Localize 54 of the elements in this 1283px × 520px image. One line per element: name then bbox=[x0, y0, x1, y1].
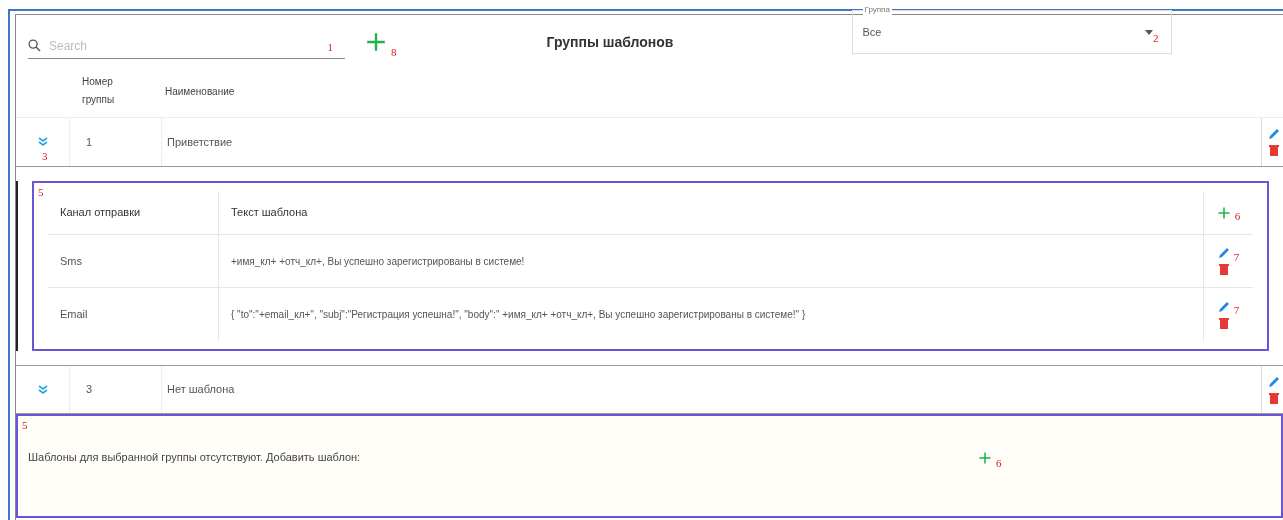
add-button[interactable] bbox=[1216, 205, 1231, 220]
annotation-number: 5 bbox=[38, 187, 44, 198]
empty-message: Шаблоны для выбранной группы отсутствуют. Добавить шаблон: bbox=[28, 450, 362, 466]
annotation-number: 5 bbox=[22, 420, 28, 431]
select-value: Все bbox=[862, 24, 883, 40]
column-header: Канал отправки bbox=[59, 205, 142, 221]
annotation-number: 7 bbox=[1233, 305, 1240, 316]
plus-icon bbox=[1216, 205, 1231, 220]
edit-button[interactable] bbox=[1268, 375, 1280, 388]
table-cell: 1 bbox=[69, 118, 161, 166]
pencil-icon bbox=[1217, 247, 1230, 259]
trash-icon bbox=[1218, 316, 1229, 329]
table-cell: 3 bbox=[69, 366, 161, 413]
expand-toggle[interactable] bbox=[38, 384, 48, 395]
table-cell: Нет шаблона bbox=[161, 366, 1261, 413]
column-header: Наименование bbox=[165, 84, 235, 99]
edit-button[interactable] bbox=[1268, 128, 1280, 140]
plus-icon bbox=[365, 30, 387, 53]
annotation-number: 3 bbox=[42, 151, 48, 162]
pencil-icon bbox=[1217, 300, 1230, 313]
plus-icon bbox=[978, 450, 992, 465]
delete-button[interactable] bbox=[1218, 263, 1229, 275]
dropdown-caret-icon bbox=[1145, 29, 1153, 35]
edit-button[interactable] bbox=[1217, 300, 1230, 313]
trash-icon bbox=[1269, 144, 1279, 156]
table-cell: Приветствие bbox=[161, 118, 1261, 166]
table-cell: { "to":"+email_кл+", "subj":"Регистрация успешна!", "body":" +имя_кл+ +отч_кл+, Вы успешно зарегистрированы в системе!" } bbox=[218, 288, 1203, 341]
add-button[interactable] bbox=[978, 450, 992, 465]
search-icon bbox=[28, 39, 41, 52]
annotation-number: 6 bbox=[1234, 211, 1241, 222]
table-cell-text: Sms bbox=[59, 253, 83, 269]
annotation-number: 1 bbox=[327, 42, 333, 53]
field-label: Группа bbox=[862, 4, 892, 16]
expand-toggle[interactable] bbox=[38, 137, 48, 147]
table-cell-text: Email bbox=[59, 307, 89, 323]
double-chevron-icon bbox=[38, 384, 48, 395]
annotation-number: 8 bbox=[391, 46, 397, 58]
delete-button[interactable] bbox=[1218, 316, 1229, 329]
annotation-number: 6 bbox=[996, 458, 1002, 469]
delete-button[interactable] bbox=[1269, 391, 1279, 404]
annotation-number: 2 bbox=[1153, 32, 1159, 44]
add-button[interactable] bbox=[365, 30, 387, 53]
annotation-number: 7 bbox=[1233, 251, 1240, 263]
edit-button[interactable] bbox=[1217, 247, 1230, 259]
column-header: Текст шаблона bbox=[218, 191, 1203, 234]
delete-button[interactable] bbox=[1269, 144, 1279, 156]
trash-icon bbox=[1269, 391, 1279, 404]
double-chevron-icon bbox=[38, 137, 48, 147]
table-cell: +имя_кл+ +отч_кл+, Вы успешно зарегистрированы в системе! bbox=[218, 235, 1203, 287]
pencil-icon bbox=[1268, 128, 1280, 140]
column-header: Номер группы bbox=[82, 75, 116, 107]
pencil-icon bbox=[1268, 375, 1280, 388]
page-title: Группы шаблонов bbox=[546, 32, 675, 52]
trash-icon bbox=[1218, 263, 1229, 275]
